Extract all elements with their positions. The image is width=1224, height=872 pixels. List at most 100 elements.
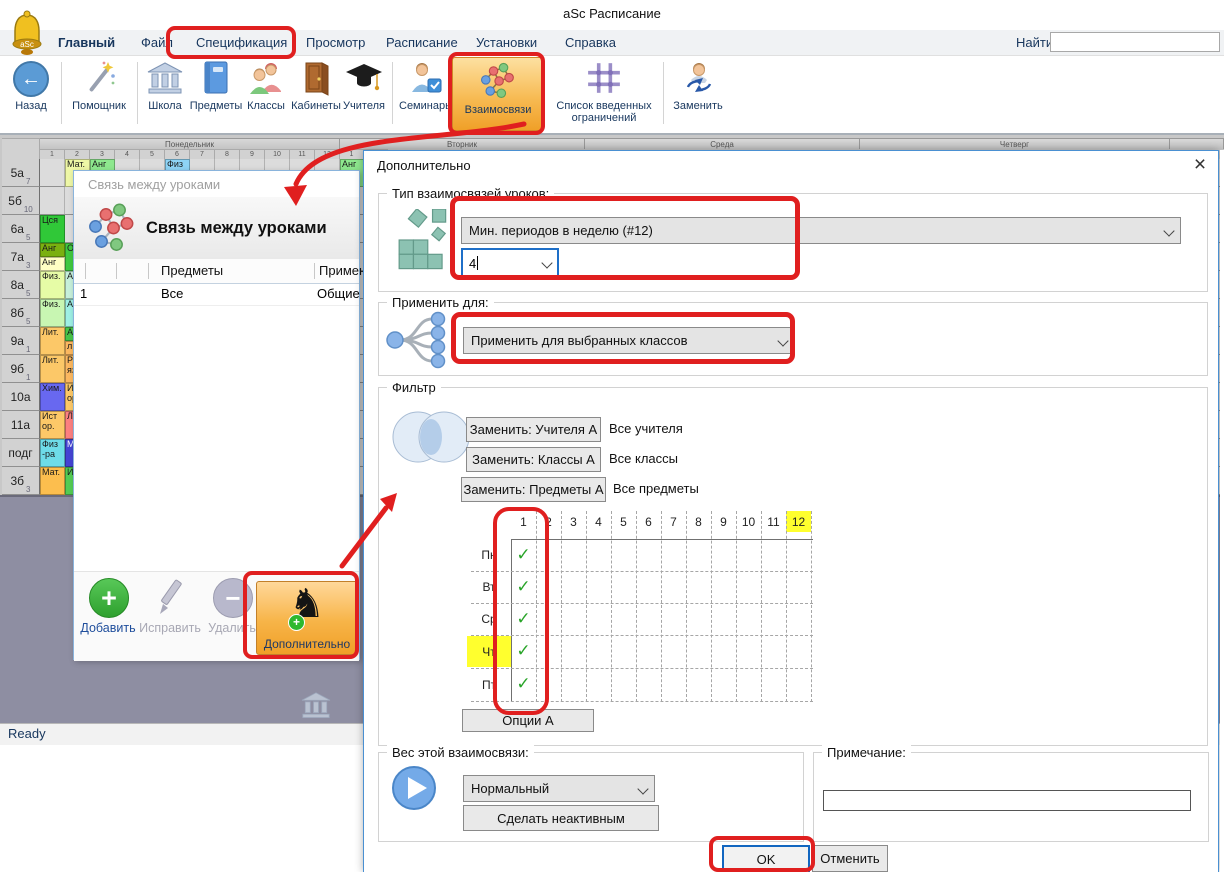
grid-col-header[interactable]: 2 <box>536 512 561 532</box>
grid-col-header[interactable]: 12 <box>786 512 811 532</box>
col-header-apply[interactable]: Примен <box>319 263 366 278</box>
subjects-button[interactable]: Предметы <box>188 100 244 112</box>
lesson-cell[interactable]: Физ. <box>40 299 65 327</box>
menu-specification[interactable]: Спецификация <box>196 30 287 56</box>
replace-button[interactable]: Заменить <box>668 100 728 112</box>
wizard-button[interactable]: Помощник <box>67 100 131 112</box>
grid-col-header[interactable]: 4 <box>586 512 611 532</box>
note-input[interactable] <box>823 790 1191 811</box>
class-row-header[interactable]: 11а <box>2 411 40 439</box>
link-dialog-titlebar[interactable]: Связь между уроками <box>88 177 220 192</box>
teachers-cap-icon[interactable] <box>345 62 383 94</box>
class-row-header[interactable]: 8а5 <box>2 271 40 299</box>
lesson-cell[interactable]: Лит. <box>40 327 65 355</box>
menu-help[interactable]: Справка <box>565 30 616 56</box>
class-row-header[interactable]: подг <box>2 439 40 467</box>
class-row-header[interactable]: 9б1 <box>2 355 40 383</box>
class-row-header[interactable]: 10а <box>2 383 40 411</box>
class-row-header[interactable]: 7а3 <box>2 243 40 271</box>
advanced-button[interactable]: ♞ + Дополнительно <box>256 581 358 655</box>
app-bell-icon[interactable]: aSc <box>6 10 48 58</box>
edit-button[interactable]: Исправить <box>137 621 203 635</box>
lesson-cell[interactable]: Цся <box>40 215 65 243</box>
seminars-button[interactable]: Семинары <box>398 100 454 112</box>
make-inactive-button[interactable]: Сделать неактивным <box>463 805 659 831</box>
replace-icon[interactable] <box>681 60 717 96</box>
delete-button[interactable]: Удалить <box>204 621 260 635</box>
grid-col-header[interactable]: 7 <box>661 512 686 532</box>
seminars-icon[interactable] <box>408 60 444 96</box>
apply-dropdown[interactable]: Применить для выбранных классов <box>463 327 795 354</box>
menu-timetable[interactable]: Расписание <box>386 30 458 56</box>
subjects-book-icon[interactable] <box>201 60 231 96</box>
back-button[interactable]: Назад <box>8 100 54 112</box>
grid-col-header[interactable]: 5 <box>611 512 636 532</box>
menu-settings[interactable]: Установки <box>476 30 537 56</box>
school-icon[interactable] <box>147 62 183 96</box>
lesson-cell[interactable]: Хим. <box>40 383 65 411</box>
rooms-door-icon[interactable] <box>301 60 331 96</box>
school-button[interactable]: Школа <box>142 100 188 112</box>
check-icon[interactable]: ✓ <box>511 572 536 602</box>
grid-day-label[interactable]: Чт <box>467 636 511 667</box>
check-icon[interactable]: ✓ <box>511 669 536 699</box>
grid-day-label[interactable]: Пт <box>467 669 511 700</box>
weight-dropdown[interactable]: Нормальный <box>463 775 655 802</box>
col-header-subjects[interactable]: Предметы <box>161 263 223 278</box>
find-input[interactable] <box>1050 32 1220 52</box>
menu-file[interactable]: Файл <box>141 30 173 56</box>
replace-subjects-button[interactable]: Заменить: Предметы А <box>461 477 606 502</box>
rooms-button[interactable]: Кабинеты <box>290 100 342 112</box>
grid-col-header[interactable]: 9 <box>711 512 736 532</box>
cancel-button[interactable]: Отменить <box>812 845 888 872</box>
lesson-cell[interactable]: Мат. <box>40 467 65 495</box>
lesson-cell[interactable]: Лит. <box>40 355 65 383</box>
class-row-header[interactable]: 8б5 <box>2 299 40 327</box>
lesson-cell[interactable]: Физ. <box>40 271 65 299</box>
check-icon[interactable]: ✓ <box>511 604 536 634</box>
ok-button[interactable]: OK <box>722 845 810 872</box>
grid-line <box>561 511 562 702</box>
grid-day-label[interactable]: Вт <box>467 572 511 602</box>
grid-col-header[interactable]: 6 <box>636 512 661 532</box>
type-dropdown[interactable]: Мин. периодов в неделю (#12) <box>461 217 1181 244</box>
wizard-icon[interactable] <box>82 60 116 98</box>
back-icon[interactable]: ← <box>13 61 49 97</box>
grid-col-header[interactable]: 8 <box>686 512 711 532</box>
lesson-cell[interactable]: Анг <box>40 243 65 257</box>
link-table-row[interactable]: 1 Все Общие <box>74 283 359 306</box>
advanced-dialog-title[interactable]: Дополнительно <box>377 158 471 173</box>
grid-day-label[interactable]: Пн <box>467 540 511 570</box>
class-row-header[interactable]: 6а5 <box>2 215 40 243</box>
close-icon[interactable]: × <box>1188 153 1212 177</box>
links-button[interactable]: Взаимосвязи <box>452 57 542 131</box>
menu-view[interactable]: Просмотр <box>306 30 365 56</box>
lesson-cell[interactable]: Анг <box>40 257 65 271</box>
lesson-cell[interactable]: Физ -ра <box>40 439 65 467</box>
grid-col-header[interactable]: 3 <box>561 512 586 532</box>
grid-day-label[interactable]: Ср <box>467 604 511 634</box>
replace-teachers-button[interactable]: Заменить: Учителя А <box>466 417 601 442</box>
grid-col-header[interactable]: 10 <box>736 512 761 532</box>
add-icon[interactable]: + <box>89 578 129 618</box>
teachers-button[interactable]: Учителя <box>340 100 388 112</box>
check-icon[interactable]: ✓ <box>511 540 536 570</box>
replace-classes-button[interactable]: Заменить: Классы А <box>466 447 601 472</box>
classes-people-icon[interactable] <box>248 60 284 96</box>
constraints-list-icon[interactable] <box>586 60 622 96</box>
knight-icon: ♞ <box>257 578 357 630</box>
class-row-header[interactable]: 9а1 <box>2 327 40 355</box>
menu-main[interactable]: Главный <box>58 30 115 56</box>
type-value-combo[interactable]: 4 <box>461 248 559 278</box>
class-row-header[interactable]: 5б10 <box>2 187 40 215</box>
classes-button[interactable]: Классы <box>244 100 288 112</box>
check-icon[interactable]: ✓ <box>511 636 536 666</box>
lesson-cell[interactable]: Ист ор. <box>40 411 65 439</box>
class-row-header[interactable]: 3б3 <box>2 467 40 495</box>
add-button[interactable]: Добавить <box>77 621 139 635</box>
grid-col-header[interactable]: 1 <box>511 512 536 532</box>
class-row-header[interactable]: 5а7 <box>2 159 40 187</box>
options-a-button[interactable]: Опции А <box>462 709 594 732</box>
grid-col-header[interactable]: 11 <box>761 512 786 532</box>
constraints-button[interactable]: Список введенных ограничений <box>544 100 664 124</box>
